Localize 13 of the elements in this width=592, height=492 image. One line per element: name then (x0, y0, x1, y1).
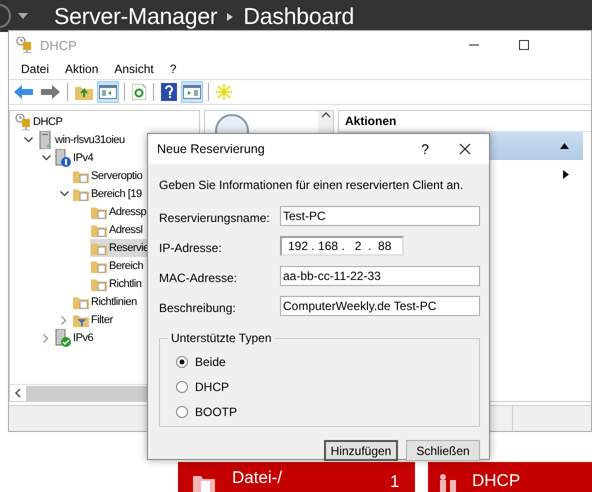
field-label: IP-Adresse: (159, 240, 223, 255)
window-title: DHCP (40, 38, 77, 52)
field-label: Beschreibung: (159, 300, 237, 315)
group-title: Unterstützte Typen (170, 331, 272, 345)
field-label: Reservierungsname: (159, 210, 271, 225)
dialog-title: Neue Reservierung (157, 142, 265, 156)
field-label: MAC-Adresse: (159, 270, 238, 285)
tile-count: 1 (390, 472, 400, 492)
tile-title: DHCP (472, 471, 520, 492)
page-title: Server-Manager (54, 2, 218, 30)
instruction-text: Geben Sie Informationen für einen reservierten Client an. (159, 178, 464, 192)
page-title: Dashboard (243, 2, 354, 30)
tile-title: Datei-/ (232, 468, 282, 489)
